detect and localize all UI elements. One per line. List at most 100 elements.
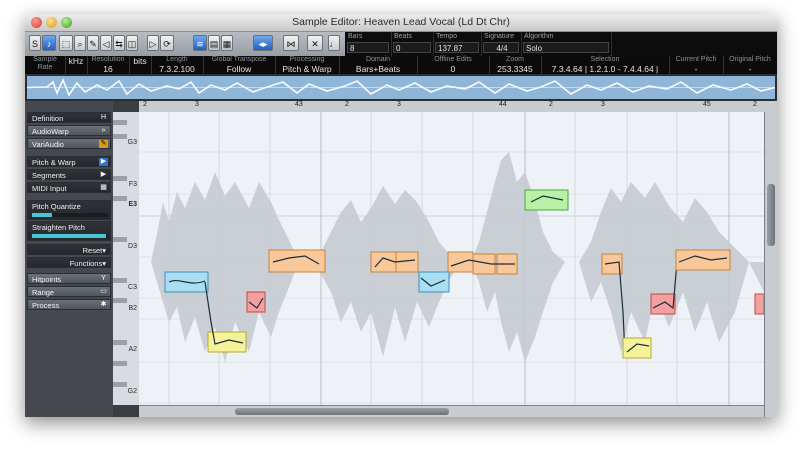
hitpoints-icon: Y [101,275,106,282]
play-button-icon[interactable]: ▷ [147,35,159,51]
horizontal-scrollbar[interactable] [139,405,764,417]
pitch-segment[interactable] [418,271,450,293]
pitch-editor-canvas[interactable] [139,112,764,405]
black-key [113,120,127,125]
key-label: F3 [128,181,137,188]
black-key [113,237,127,242]
midi-input-icon: ▦ [100,184,107,191]
mode-pitch-and-warp[interactable]: Pitch & Warp ▶ [27,156,111,167]
info-processing[interactable]: Processing Pitch & Warp [275,56,340,74]
segments-arrow-icon: ▶ [100,171,107,178]
info-zoom[interactable]: Zoom 253.3345 [489,56,542,74]
ruler-label: 3 [195,101,199,108]
reset-menu-chevron-icon: ▾ [102,246,106,255]
pitch-warp-arrow-icon: ▶ [99,158,108,166]
sample-editor-window: Sample Editor: Heaven Lead Vocal (Ld Dt … [25,14,777,417]
straighten-pitch-track [32,234,108,238]
listen-speaker-icon[interactable]: ♪ [42,35,56,51]
section-audiowarp[interactable]: AudioWarp» [27,125,111,136]
vertical-scroll-thumb[interactable] [767,184,775,246]
range-selection-icon[interactable]: ⬚ [59,35,73,51]
snap-icon[interactable]: ⋈ [283,35,299,51]
show-segments-icon[interactable]: ▦ [221,35,233,51]
info-global-transpose[interactable]: Global Transpose Follow [203,56,276,74]
signature-field[interactable]: Signature 4/4 [481,32,522,56]
black-key [113,340,127,345]
section-definition[interactable]: Definition H [27,112,111,123]
loop-button-icon[interactable]: ⟳ [160,35,174,51]
black-key [113,361,127,366]
waveform-overview[interactable] [25,74,777,101]
inspector-panel: Definition H AudioWarp» VariAudio ✎ Pitch … [25,101,113,417]
definition-icon: H [100,114,107,121]
key-label: G2 [127,388,137,395]
pitch-quantize-slider[interactable]: Pitch Quantize [27,200,111,220]
zoom-tool-icon[interactable]: ⌕ [74,35,86,51]
vertical-scrollbar[interactable] [764,112,777,417]
overview-waveform-svg [26,77,776,97]
autoscroll-icon[interactable]: ◂▸ [253,35,273,51]
ruler-label: 2 [143,101,147,108]
black-key [113,278,127,283]
piano-keyboard[interactable]: G3 F3 E3 D3 C3 B2 A2 G2 [113,112,140,405]
audiowarp-icon: » [101,127,106,134]
info-sample-rate-unit: kHz [65,56,88,74]
title-bar: Sample Editor: Heaven Lead Vocal (Ld Dt … [25,14,777,32]
play-tool-icon[interactable]: ◁ [100,35,112,51]
section-process[interactable]: Process ✱ [27,299,111,310]
show-pitch-icon[interactable]: ▤ [208,35,220,51]
mode-segments[interactable]: Segments ▶ [27,169,111,180]
transport-fields: Bars 8 Beats 0 Tempo 137.87 Signature 4/… [345,32,777,56]
key-label: B2 [128,305,137,312]
functions-menu-chevron-icon: ▾ [102,259,106,268]
timewarp-tool-icon[interactable]: ◫ [126,35,138,51]
reset-menu-button[interactable]: Reset▾ [27,244,111,255]
pitch-segment[interactable] [650,293,676,315]
key-label: C3 [128,284,137,291]
info-current-pitch: Current Pitch - [669,56,724,74]
black-key [113,134,127,139]
overview-waveform [26,76,776,99]
solo-toggle-button[interactable]: S [29,35,41,51]
show-waveform-icon[interactable]: ≋ [193,35,207,51]
zero-crossing-icon[interactable]: ✕ [307,35,323,51]
ruler-label: 44 [499,101,507,108]
mode-midi-input[interactable]: MIDI Input ▦ [27,182,111,193]
scrub-tool-icon[interactable]: ⇆ [113,35,125,51]
pitch-segment[interactable] [754,293,764,315]
pitch-quantize-track [32,213,108,217]
pitch-editor-svg [139,112,764,405]
section-range[interactable]: Range ▭ [27,286,111,297]
ruler-label: 3 [397,101,401,108]
ruler-label: 43 [295,101,303,108]
range-icon: ▭ [100,288,107,295]
info-selection[interactable]: Selection 7.3.4.64 | 1.2.1.0 - 7.4.4.64 | [541,56,670,74]
key-label: D3 [128,243,137,250]
straighten-pitch-fill [32,234,107,238]
bars-field[interactable]: Bars 8 [345,32,392,56]
toolbar: S ♪ ⬚ ⌕ ✎ ◁ ⇆ ◫ ▷ ⟳ ≋ ▤ ▦ ◂▸ ⋈ ✕ ♩ Bars … [25,32,777,57]
algorithm-dropdown[interactable]: Algorithm Solo [521,32,612,56]
section-variaudio[interactable]: VariAudio ✎ [27,138,111,149]
pitch-quantize-fill [32,213,52,217]
pitch-segment[interactable] [447,251,474,273]
ruler-label: 2 [753,101,757,108]
tempo-field[interactable]: Tempo 137.87 [433,32,482,56]
pitch-segment[interactable] [370,251,398,273]
ruler-label: 2 [549,101,553,108]
black-key [113,298,127,303]
info-resolution-unit: bits [129,56,152,74]
straighten-pitch-slider[interactable]: Straighten Pitch [27,221,111,241]
beats-field[interactable]: Beats 0 [391,32,434,56]
musical-mode-icon[interactable]: ♩ [328,35,340,51]
info-length: Length 7.3.2.100 [151,56,204,74]
horizontal-scroll-thumb[interactable] [235,408,449,415]
section-hitpoints[interactable]: Hitpoints Y [27,273,111,284]
window-title: Sample Editor: Heaven Lead Vocal (Ld Dt … [292,16,510,28]
black-key [113,176,127,181]
functions-menu-button[interactable]: Functions▾ [27,257,111,268]
ruler-label: 45 [703,101,711,108]
info-domain[interactable]: Domain Bars+Beats [339,56,418,74]
pitch-segment[interactable] [622,337,652,359]
pencil-tool-icon[interactable]: ✎ [87,35,99,51]
